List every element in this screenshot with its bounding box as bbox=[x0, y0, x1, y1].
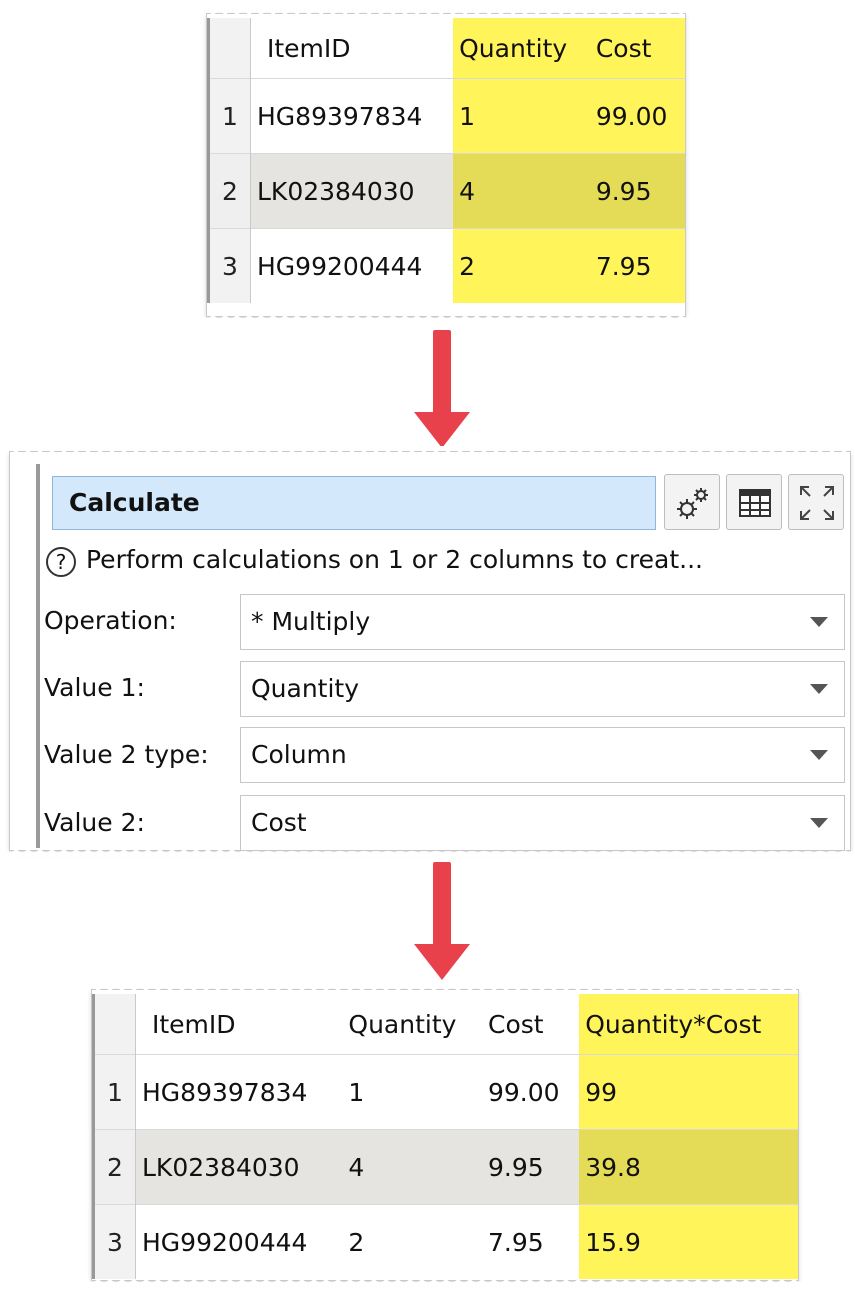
value1-label: Value 1: bbox=[44, 673, 145, 702]
maximize-button[interactable] bbox=[788, 474, 844, 530]
table-row[interactable]: 1 HG89397834 1 99.00 bbox=[207, 78, 685, 154]
value2-value: Cost bbox=[251, 808, 307, 837]
cell-itemid[interactable]: HG89397834 bbox=[135, 1054, 343, 1130]
operation-select[interactable]: * Multiply bbox=[240, 594, 845, 650]
operation-value: * Multiply bbox=[251, 607, 371, 636]
cell-cost[interactable]: 9.95 bbox=[589, 153, 685, 229]
maximize-icon bbox=[800, 486, 834, 520]
value2-select[interactable]: Cost bbox=[240, 795, 845, 851]
cell-quantity[interactable]: 2 bbox=[342, 1204, 482, 1279]
output-table-panel: ItemID Quantity Cost Quantity*Cost 1 HG8… bbox=[86, 990, 804, 1286]
row-number: 3 bbox=[92, 1204, 136, 1279]
cell-quantity-cost[interactable]: 99 bbox=[579, 1054, 798, 1130]
cell-cost[interactable]: 9.95 bbox=[482, 1129, 580, 1205]
cell-cost[interactable]: 7.95 bbox=[589, 228, 685, 303]
cell-cost[interactable]: 7.95 bbox=[482, 1204, 580, 1279]
cell-itemid[interactable]: HG99200444 bbox=[250, 228, 454, 303]
input-table: ItemID Quantity Cost 1 HG89397834 1 99.0… bbox=[207, 18, 685, 303]
table-row[interactable]: 2 LK02384030 4 9.95 39.8 bbox=[92, 1129, 798, 1205]
cell-itemid[interactable]: LK02384030 bbox=[250, 153, 454, 229]
cell-quantity[interactable]: 1 bbox=[453, 78, 590, 154]
cell-cost[interactable]: 99.00 bbox=[589, 78, 685, 154]
settings-button[interactable] bbox=[664, 474, 720, 530]
cell-itemid[interactable]: HG99200444 bbox=[135, 1204, 343, 1279]
table-view-button[interactable] bbox=[726, 474, 782, 530]
value1-value: Quantity bbox=[251, 674, 360, 703]
input-table-header: ItemID Quantity Cost bbox=[207, 18, 685, 79]
chevron-down-icon bbox=[810, 684, 828, 694]
operation-label: Operation: bbox=[44, 606, 177, 635]
panel-title[interactable]: Calculate bbox=[52, 476, 656, 530]
help-icon[interactable]: ? bbox=[46, 547, 76, 577]
row-number: 1 bbox=[207, 78, 251, 154]
cell-quantity[interactable]: 4 bbox=[453, 153, 590, 229]
panel-description: Perform calculations on 1 or 2 columns t… bbox=[86, 545, 703, 574]
value2-type-label: Value 2 type: bbox=[44, 740, 209, 769]
output-table: ItemID Quantity Cost Quantity*Cost 1 HG8… bbox=[92, 994, 798, 1279]
input-table-panel: ItemID Quantity Cost 1 HG89397834 1 99.0… bbox=[201, 14, 691, 322]
chevron-down-icon bbox=[810, 750, 828, 760]
cell-quantity[interactable]: 2 bbox=[453, 228, 590, 303]
column-header-quantity[interactable]: Quantity bbox=[453, 18, 590, 79]
table-view-icon bbox=[739, 489, 771, 517]
chevron-down-icon bbox=[810, 617, 828, 627]
row-number-header bbox=[207, 18, 251, 79]
output-table-header: ItemID Quantity Cost Quantity*Cost bbox=[92, 994, 798, 1055]
flow-arrow-down bbox=[414, 862, 470, 980]
value2-type-value: Column bbox=[251, 740, 347, 769]
column-header-cost[interactable]: Cost bbox=[482, 994, 579, 1055]
table-row[interactable]: 2 LK02384030 4 9.95 bbox=[207, 153, 685, 229]
row-number-header bbox=[92, 994, 136, 1055]
table-row[interactable]: 1 HG89397834 1 99.00 99 bbox=[92, 1054, 798, 1130]
value2-type-select[interactable]: Column bbox=[240, 727, 845, 783]
gears-icon bbox=[677, 488, 708, 519]
row-number: 2 bbox=[207, 153, 251, 229]
cell-cost[interactable]: 99.00 bbox=[482, 1054, 580, 1130]
cell-quantity-cost[interactable]: 15.9 bbox=[579, 1204, 798, 1279]
cell-quantity[interactable]: 4 bbox=[342, 1129, 482, 1205]
cell-quantity[interactable]: 1 bbox=[342, 1054, 482, 1130]
row-number: 1 bbox=[92, 1054, 136, 1130]
flow-arrow-down bbox=[414, 330, 470, 448]
panel-left-border bbox=[36, 464, 40, 848]
row-number: 2 bbox=[92, 1129, 136, 1205]
cell-itemid[interactable]: HG89397834 bbox=[250, 78, 454, 154]
cell-itemid[interactable]: LK02384030 bbox=[135, 1129, 343, 1205]
column-header-quantity-cost[interactable]: Quantity*Cost bbox=[579, 994, 798, 1055]
table-row[interactable]: 3 HG99200444 2 7.95 15.9 bbox=[92, 1204, 798, 1279]
column-header-itemid[interactable]: ItemID bbox=[136, 994, 343, 1055]
column-header-quantity[interactable]: Quantity bbox=[342, 994, 482, 1055]
cell-quantity-cost[interactable]: 39.8 bbox=[579, 1129, 798, 1205]
table-row[interactable]: 3 HG99200444 2 7.95 bbox=[207, 228, 685, 303]
chevron-down-icon bbox=[810, 818, 828, 828]
value1-select[interactable]: Quantity bbox=[240, 661, 845, 717]
column-header-itemid[interactable]: ItemID bbox=[251, 18, 454, 79]
column-header-cost[interactable]: Cost bbox=[589, 18, 685, 79]
row-number: 3 bbox=[207, 228, 251, 303]
value2-label: Value 2: bbox=[44, 808, 145, 837]
